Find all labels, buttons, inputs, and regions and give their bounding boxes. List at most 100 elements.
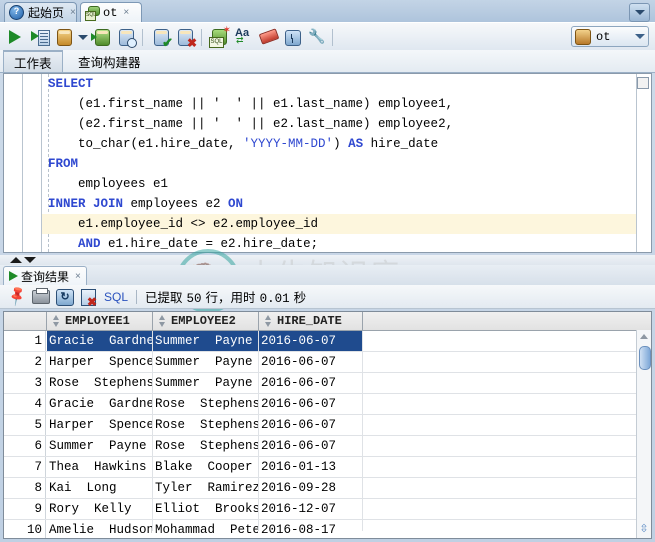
cell-hire-date[interactable]: 2016-06-07 [259,373,362,393]
editor-gutter-line-numbers[interactable] [23,74,42,252]
cell-employee2[interactable]: Tyler Ramirez [153,478,258,498]
autotrace-button[interactable] [91,26,113,48]
cell-hire-date[interactable]: 2016-12-07 [259,499,362,519]
code-line[interactable]: INNER JOIN employees e2 ON [42,194,637,214]
sort-icon[interactable] [158,315,167,327]
clock-icon[interactable] [281,26,303,48]
sql-editor[interactable]: SELECT (e1.first_name || ' ' || e1.last_… [3,73,652,253]
refresh-button[interactable]: ↻ [54,287,75,307]
tab-ot-close-icon[interactable]: × [123,7,129,18]
db-search-icon[interactable] [115,26,137,48]
sort-icon[interactable] [52,315,61,327]
editor-results-splitter[interactable] [0,255,655,265]
cell-hire-date[interactable]: 2016-01-13 [259,457,362,477]
sql-code-area[interactable]: SELECT (e1.first_name || ' ' || e1.last_… [42,74,637,252]
cell-hire-date[interactable]: 2016-08-17 [259,520,362,539]
cell-hire-date[interactable]: 2016-06-07 [259,415,362,435]
grid-corner-header[interactable] [4,312,47,330]
column-header-hire_date[interactable]: HIRE_DATE [259,312,363,330]
connection-chevron-down-icon[interactable] [635,34,645,39]
cell-employee2[interactable]: Rose Stephens [153,415,258,435]
cell-employee2[interactable]: Summer Payne [153,352,258,372]
table-row[interactable]: 3Rose StephensSummer Payne2016-06-07 [4,373,651,394]
run-script-button[interactable] [29,26,51,48]
cell-hire-date[interactable]: 2016-06-07 [259,394,362,414]
row-number[interactable]: 3 [4,373,46,393]
code-line[interactable]: SELECT [42,74,637,94]
cell-employee2[interactable]: Rose Stephens [153,436,258,456]
code-line[interactable]: FROM [42,154,637,174]
cell-employee1[interactable]: Rose Stephens [47,373,152,393]
column-header-employee2[interactable]: EMPLOYEE2 [153,312,259,330]
row-number[interactable]: 9 [4,499,46,519]
code-line[interactable]: e1.employee_id <> e2.employee_id [42,214,637,234]
cell-employee2[interactable]: Blake Cooper [153,457,258,477]
cell-employee1[interactable]: Gracie Gardner [47,331,152,351]
editor-gutter-bookmarks[interactable] [4,74,23,252]
cell-employee1[interactable]: Amelie Hudson [47,520,152,539]
scrollbar-thumb[interactable] [639,346,651,370]
column-header-employee1[interactable]: EMPLOYEE1 [47,312,153,330]
cell-employee1[interactable]: Gracie Gardner [47,394,152,414]
explain-plan-chevron-down-icon[interactable] [77,26,89,48]
cell-hire-date[interactable]: 2016-06-07 [259,352,362,372]
scroll-up-icon[interactable] [640,334,648,339]
rollback-button[interactable]: ✖ [174,26,196,48]
print-button[interactable] [30,287,51,307]
cell-employee2[interactable]: Elliot Brooks [153,499,258,519]
editor-overview-marker[interactable] [637,77,649,89]
table-row[interactable]: 10Amelie HudsonMohammad Peterson2016-08-… [4,520,651,539]
wrench-icon[interactable]: 🔧 [305,26,327,48]
triangle-down-icon[interactable] [24,257,36,263]
code-line[interactable]: (e1.first_name || ' ' || e1.last_name) e… [42,94,637,114]
tab-query-result[interactable]: 查询结果 × [3,266,87,285]
cell-employee1[interactable]: Kai Long [47,478,152,498]
connection-selector[interactable]: ot [571,26,649,47]
tab-query-builder[interactable]: 查询构建器 [68,50,151,72]
commit-button[interactable]: ✔ [150,26,172,48]
row-number[interactable]: 10 [4,520,46,539]
results-grid[interactable]: EMPLOYEE1EMPLOYEE2HIRE_DATE 1Gracie Gard… [3,311,652,539]
cell-employee2[interactable]: Summer Payne [153,331,258,351]
row-number[interactable]: 4 [4,394,46,414]
row-number[interactable]: 5 [4,415,46,435]
explain-plan-button[interactable] [53,26,75,48]
row-number[interactable]: 2 [4,352,46,372]
tab-start-page-close-icon[interactable]: × [70,7,76,18]
scroll-down-icon[interactable]: ⇳ [639,523,649,535]
table-row[interactable]: 9Rory KellyElliot Brooks2016-12-07 [4,499,651,520]
row-number[interactable]: 1 [4,331,46,351]
table-row[interactable]: 2Harper SpencerSummer Payne2016-06-07 [4,352,651,373]
code-line[interactable]: employees e1 [42,174,637,194]
code-line[interactable]: (e2.first_name || ' ' || e2.last_name) e… [42,114,637,134]
table-row[interactable]: 4Gracie GardnerRose Stephens2016-06-07 [4,394,651,415]
cell-employee1[interactable]: Summer Payne [47,436,152,456]
tab-start-page[interactable]: 起始页 × [4,2,77,22]
table-row[interactable]: 5Harper SpencerRose Stephens2016-06-07 [4,415,651,436]
grid-body[interactable]: 1Gracie GardnerSummer Payne2016-06-072Ha… [4,331,651,539]
table-row[interactable]: 7Thea HawkinsBlake Cooper2016-01-13 [4,457,651,478]
cell-employee1[interactable]: Rory Kelly [47,499,152,519]
row-number[interactable]: 6 [4,436,46,456]
tab-worksheet[interactable]: 工作表 [3,50,63,72]
sql-label[interactable]: SQL [104,290,128,304]
tab-query-result-close-icon[interactable]: × [75,271,81,282]
eraser-icon[interactable] [257,26,279,48]
cell-employee2[interactable]: Mohammad Peterson [153,520,258,539]
sort-icon[interactable] [264,315,273,327]
pin-button[interactable]: 📌 [6,287,27,307]
code-line[interactable]: to_char(e1.hire_date, 'YYYY-MM-DD') AS h… [42,134,637,154]
cell-employee1[interactable]: Harper Spencer [47,415,152,435]
table-row[interactable]: 6Summer PayneRose Stephens2016-06-07 [4,436,651,457]
row-number[interactable]: 7 [4,457,46,477]
cell-employee1[interactable]: Thea Hawkins [47,457,152,477]
cell-employee1[interactable]: Harper Spencer [47,352,152,372]
tab-ot[interactable]: SQL ot × [80,2,142,22]
triangle-up-icon[interactable] [10,257,22,263]
table-row[interactable]: 8Kai LongTyler Ramirez2016-09-28 [4,478,651,499]
cell-employee2[interactable]: Rose Stephens [153,394,258,414]
grid-vertical-scrollbar[interactable]: ⇳ [636,330,651,538]
tab-overflow-chevron-down-icon[interactable] [629,3,650,22]
code-line[interactable]: AND e1.hire_date = e2.hire_date; [42,234,637,252]
row-number[interactable]: 8 [4,478,46,498]
